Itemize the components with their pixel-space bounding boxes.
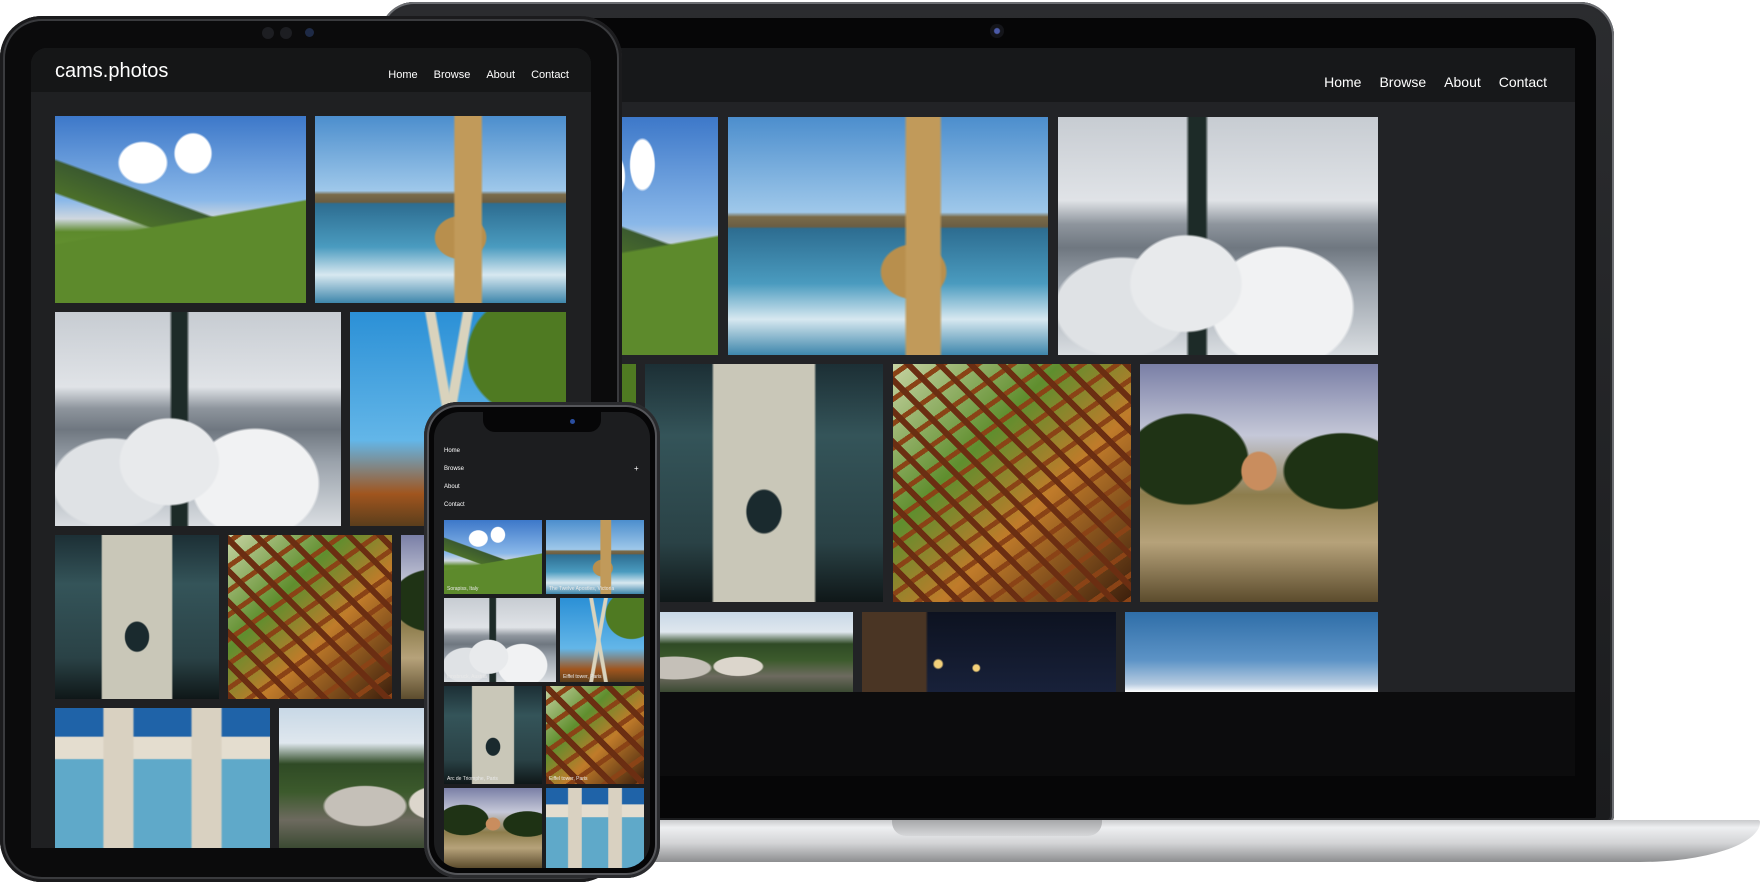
photo-caption: Eiffel tower, Paris <box>549 776 588 782</box>
tablet-nav-links: Home Browse About Contact <box>388 69 569 81</box>
laptop-nav-contact[interactable]: Contact <box>1499 74 1547 90</box>
tablet-sensor <box>262 27 274 39</box>
laptop-nav-about[interactable]: About <box>1444 74 1481 90</box>
tablet-nav-home[interactable]: Home <box>388 69 417 81</box>
photo-arc-de-triomphe[interactable] <box>645 364 883 602</box>
photo-blue-sky[interactable] <box>1125 612 1378 692</box>
phone-menu-home[interactable]: Home <box>444 448 460 454</box>
photo-grande-arche[interactable] <box>55 708 270 848</box>
phone-photo-steel[interactable]: Eiffel tower, Paris <box>546 686 644 784</box>
site-brand[interactable]: cams.photos <box>55 60 168 83</box>
tablet-nav-browse[interactable]: Browse <box>434 69 471 81</box>
phone-camera <box>570 419 575 424</box>
photo-villa[interactable] <box>1140 364 1378 602</box>
tablet-nav-contact[interactable]: Contact <box>531 69 569 81</box>
photo-sea-stacks[interactable] <box>728 117 1048 355</box>
tablet-camera <box>305 28 314 37</box>
tablet-nav-about[interactable]: About <box>486 69 515 81</box>
photo-caption: Eiffel tower, Paris <box>563 674 602 680</box>
photo-caption: Innsbruck, Austria <box>447 674 487 680</box>
photo-snow-town[interactable] <box>1058 117 1378 355</box>
photo-caption: Arc de Triomphe, Paris <box>447 776 498 782</box>
photo-alps[interactable] <box>55 116 306 303</box>
photo-arc-de-triomphe[interactable] <box>55 535 219 699</box>
laptop-camera <box>990 24 1004 38</box>
phone-photo-villa[interactable] <box>444 788 542 868</box>
photo-night-street[interactable] <box>862 612 1116 692</box>
phone-menu-browse[interactable]: Browse <box>444 466 464 472</box>
expand-plus-icon[interactable]: + <box>634 464 639 473</box>
phone-menu-contact[interactable]: Contact <box>444 502 465 508</box>
photo-snow-town[interactable] <box>55 312 341 526</box>
laptop-photo-grid <box>580 102 1575 776</box>
phone-photo-eiffel[interactable]: Eiffel tower, Paris <box>560 598 644 682</box>
photo-steel-lattice[interactable] <box>893 364 1131 602</box>
phone-photo-alps[interactable]: Sorapiss, Italy <box>444 520 542 594</box>
laptop-opening-notch <box>892 820 1102 836</box>
phone-menu-about[interactable]: About <box>444 484 460 490</box>
phone-photo-sea-stacks[interactable]: The Twelve Apostles, Victoria <box>546 520 644 594</box>
photo-sea-stacks[interactable] <box>315 116 566 303</box>
laptop-navbar: Home Browse About Contact <box>580 48 1575 102</box>
laptop-nav-browse[interactable]: Browse <box>1379 74 1426 90</box>
tablet-sensor <box>280 27 292 39</box>
laptop-nav-home[interactable]: Home <box>1324 74 1361 90</box>
phone-notch <box>483 412 601 432</box>
photo-steel-lattice[interactable] <box>228 535 392 699</box>
laptop-screen: Home Browse About Contact <box>580 48 1575 776</box>
phone-screen: Home Browse + About Contact Sorapiss, It… <box>434 412 650 868</box>
phone-photo-snow-town[interactable]: Innsbruck, Austria <box>444 598 556 682</box>
laptop-nav-links: Home Browse About Contact <box>1324 74 1547 90</box>
tablet-navbar: cams.photos Home Browse About Contact <box>31 48 591 92</box>
phone-photo-arc[interactable]: Arc de Triomphe, Paris <box>444 686 542 784</box>
laptop-screen-bottom <box>580 692 1575 776</box>
phone-photo-grande-arche[interactable] <box>546 788 644 868</box>
photo-caption: The Twelve Apostles, Victoria <box>549 586 615 592</box>
photo-caption: Sorapiss, Italy <box>447 586 479 592</box>
